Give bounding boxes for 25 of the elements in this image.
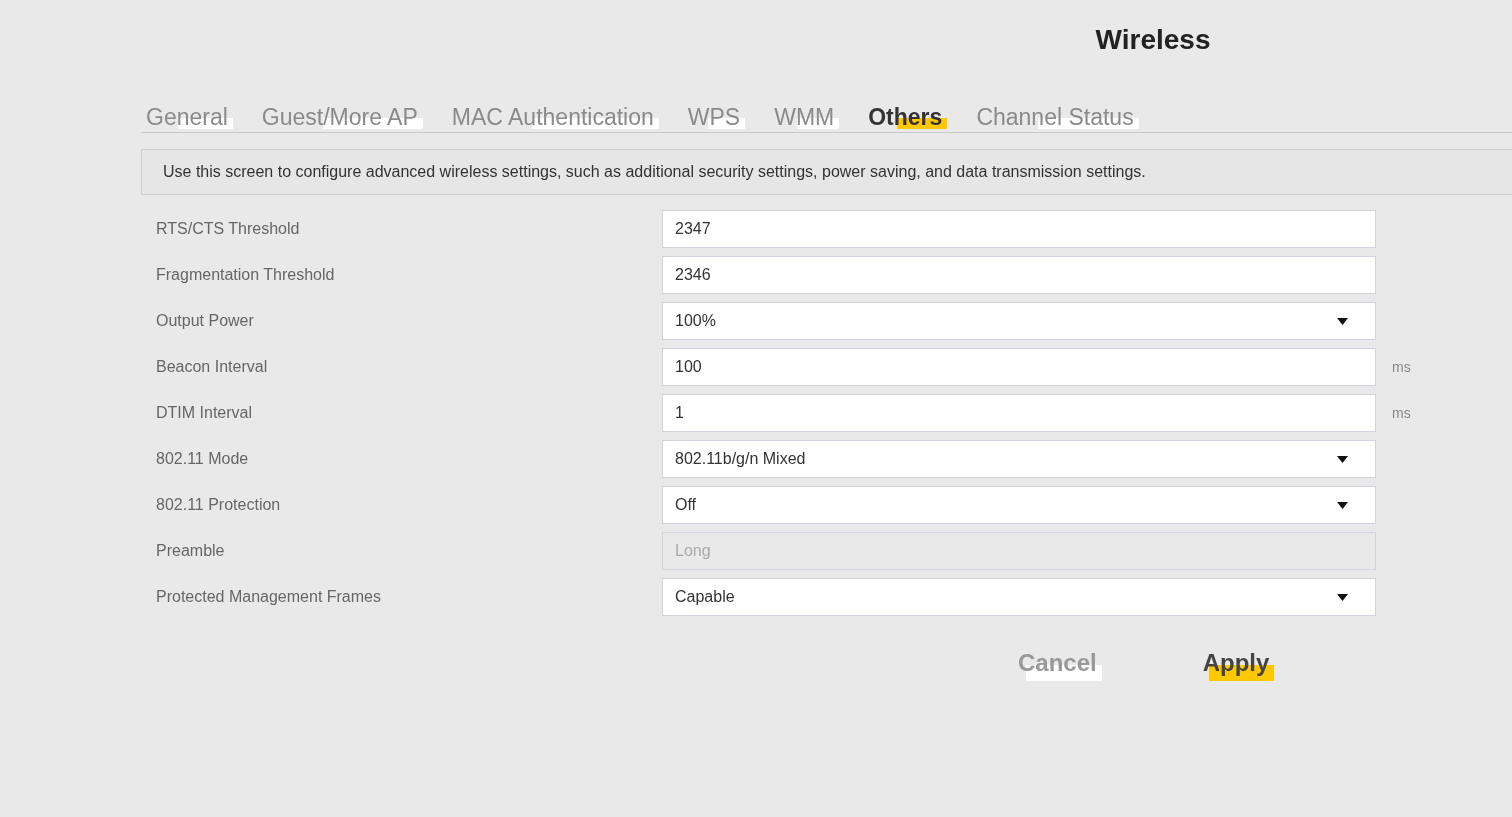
dropdown[interactable]: Capable (662, 578, 1376, 616)
dropdown[interactable]: 802.11b/g/n Mixed (662, 440, 1376, 478)
input-field[interactable]: 1 (662, 394, 1376, 432)
field-label: DTIM Interval (155, 403, 253, 423)
input-field[interactable]: 2346 (662, 256, 1376, 294)
input-field[interactable]: 2347 (662, 210, 1376, 248)
unit-label: ms (1392, 357, 1411, 377)
caret-icon (1337, 317, 1348, 325)
caret-icon (1337, 501, 1348, 509)
caret-icon (1337, 455, 1348, 463)
field-label: Output Power (155, 311, 255, 331)
dropdown[interactable]: 100% (662, 302, 1376, 340)
field-label: Fragmentation Threshold (155, 265, 336, 285)
field-label: 802.11 Mode (155, 449, 250, 469)
field-label: Beacon Interval (155, 357, 269, 377)
field-label: Protected Management Frames (155, 587, 382, 607)
field-label: RTS/CTS Threshold (155, 219, 301, 239)
unit-label: ms (1392, 403, 1411, 423)
input-field[interactable]: 100 (662, 348, 1376, 386)
description-text: Use this screen to configure advanced wireless settings, such as additional security settings, power saving, and data transmission settings. (163, 162, 1146, 182)
page-title: Wireless (1095, 23, 1211, 57)
field-label: Preamble (155, 541, 226, 561)
caret-icon (1337, 593, 1348, 601)
dropdown[interactable]: Off (662, 486, 1376, 524)
field-label: 802.11 Protection (155, 495, 282, 515)
